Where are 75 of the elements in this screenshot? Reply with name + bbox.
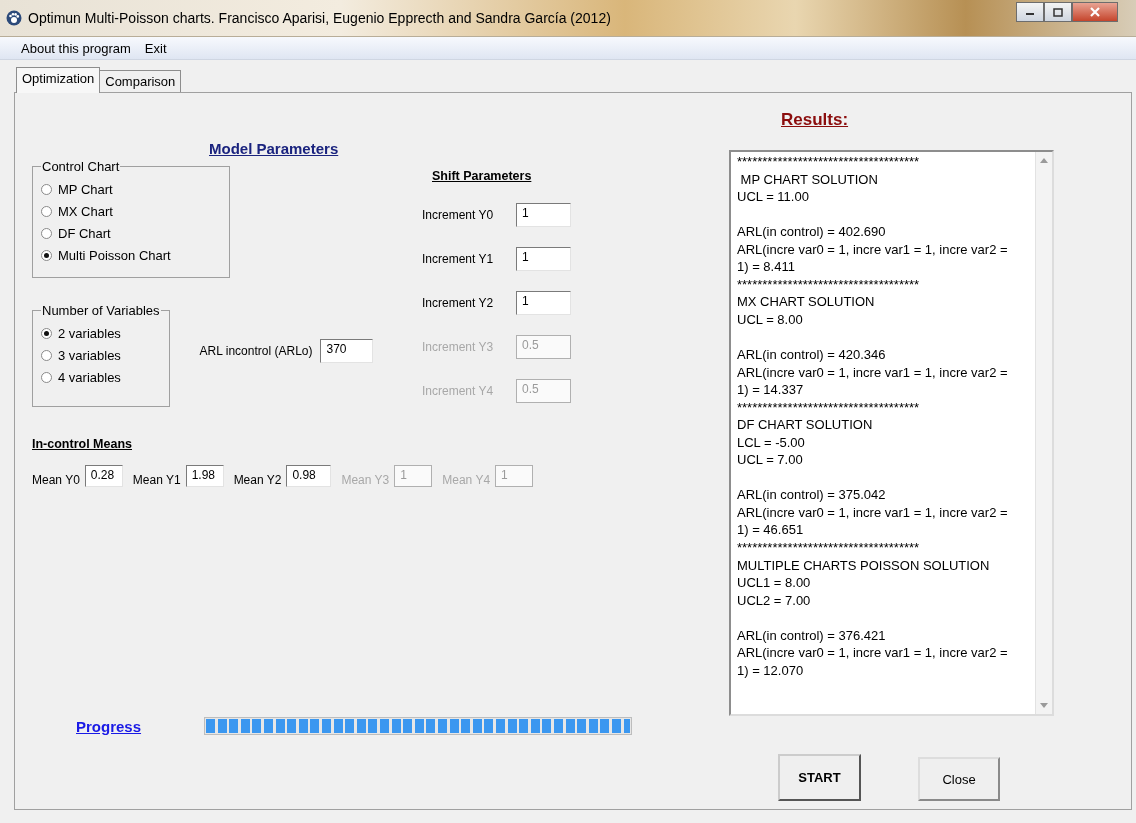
group-label: Control Chart	[41, 159, 121, 174]
scrollbar[interactable]	[1035, 152, 1052, 714]
input-field[interactable]: 0.28	[84, 465, 123, 487]
close-button[interactable]	[1072, 2, 1118, 22]
result-line: ************************************	[737, 153, 921, 171]
field-label: Mean Y4	[442, 473, 491, 487]
close-icon	[1089, 7, 1101, 17]
result-line: LCL = -5.00	[737, 433, 806, 452]
input-field[interactable]: 370	[320, 339, 374, 363]
result-line: UCL = 11.00	[737, 188, 810, 206]
radio-option[interactable]: Multi Poisson Chart	[41, 244, 221, 266]
result-line: MULTIPLE CHARTS POISSON SOLUTION	[737, 556, 991, 575]
result-line: ARL(incre var0 = 1, incre var1 = 1, incre var2 =	[737, 363, 1009, 382]
field-label: Increment Y4	[422, 384, 495, 398]
result-line: ARL(in control) = 420.346	[737, 346, 887, 364]
result-line: ARL(incre var0 = 1, incre var1 = 1, incre var2 =	[737, 240, 1009, 259]
field-label: Increment Y2	[422, 296, 495, 310]
radio-option[interactable]: MP Chart	[41, 178, 221, 200]
result-line: MP CHART SOLUTION	[739, 170, 879, 189]
result-line: ************************************	[737, 275, 921, 294]
input-field[interactable]: 0.98	[286, 465, 332, 487]
result-line: 1) = 8.411	[737, 258, 796, 276]
scroll-down-icon[interactable]	[1040, 703, 1048, 708]
radio-option[interactable]: 2 variables	[41, 322, 161, 344]
radio-option[interactable]: 3 variables	[41, 344, 161, 366]
input-field[interactable]: 1.98	[185, 465, 224, 487]
tab[interactable]: Optimization	[16, 67, 101, 93]
result-line: ARL(in control) = 375.042	[737, 486, 887, 504]
input-field[interactable]: 1	[516, 247, 571, 271]
result-line: ARL(incre var0 = 1, incre var1 = 1, incre var2 =	[737, 503, 1009, 522]
result-line: ************************************	[737, 539, 921, 557]
result-line: DF CHART SOLUTION	[737, 416, 874, 434]
result-line: 1) = 12.070	[737, 661, 805, 680]
field-label: Increment Y0	[422, 208, 495, 222]
result-line: ARL(in control) = 376.421	[737, 626, 887, 645]
result-line: UCL = 7.00	[737, 451, 804, 469]
field-label: Mean Y3	[341, 473, 390, 487]
scroll-up-icon[interactable]	[1040, 158, 1048, 163]
result-line: ARL(incre var0 = 1, incre var1 = 1, incre var2 =	[737, 644, 1009, 662]
field-label: Mean Y2	[233, 473, 282, 487]
menu-item[interactable]: Exit	[137, 40, 174, 56]
field-label: Increment Y1	[422, 252, 495, 266]
input-field[interactable]: 1	[516, 203, 571, 227]
result-line: 1) = 46.651	[737, 521, 805, 540]
field-label: Mean Y1	[132, 473, 181, 487]
minimize-button[interactable]	[1016, 2, 1044, 22]
window-title: Optimun Multi-Poisson charts. Francisco Aparisi, Eugenio Epprecth and Sandra García (2012)	[28, 10, 612, 26]
menu-item[interactable]: About this program	[14, 40, 138, 56]
field-label: Increment Y3	[422, 340, 495, 354]
result-line: ************************************	[737, 398, 921, 417]
field-label: ARL incontrol (ARLo)	[199, 344, 313, 358]
radio-option[interactable]: MX Chart	[41, 200, 221, 222]
result-line: UCL = 8.00	[737, 310, 804, 329]
result-line: MX CHART SOLUTION	[737, 293, 876, 311]
results-textbox[interactable]	[729, 150, 1054, 716]
paw-icon	[6, 10, 22, 26]
section-heading: In-control Means	[32, 437, 132, 451]
results-heading: Results:	[781, 110, 849, 130]
result-line: 1) = 14.337	[737, 381, 805, 399]
start-button[interactable]: START	[778, 754, 861, 801]
result-line: UCL1 = 8.00	[737, 574, 812, 592]
close-button[interactable]: Close	[918, 757, 1000, 801]
progress-label: Progress	[76, 717, 143, 735]
input-field[interactable]: 1	[516, 291, 571, 315]
section-heading: Model Parameters	[209, 139, 339, 159]
field-label: Mean Y0	[32, 473, 80, 487]
group-label: Number of Variables	[41, 303, 161, 318]
radio-option[interactable]: 4 variables	[41, 366, 161, 388]
maximize-icon	[1053, 7, 1063, 17]
section-heading: Shift Parameters	[432, 169, 532, 183]
tab[interactable]: Comparison	[100, 70, 182, 92]
radio-option[interactable]: DF Chart	[41, 222, 221, 244]
result-line: UCL2 = 7.00	[737, 591, 812, 610]
result-line: ARL(in control) = 402.690	[737, 223, 887, 241]
maximize-button[interactable]	[1044, 2, 1072, 22]
